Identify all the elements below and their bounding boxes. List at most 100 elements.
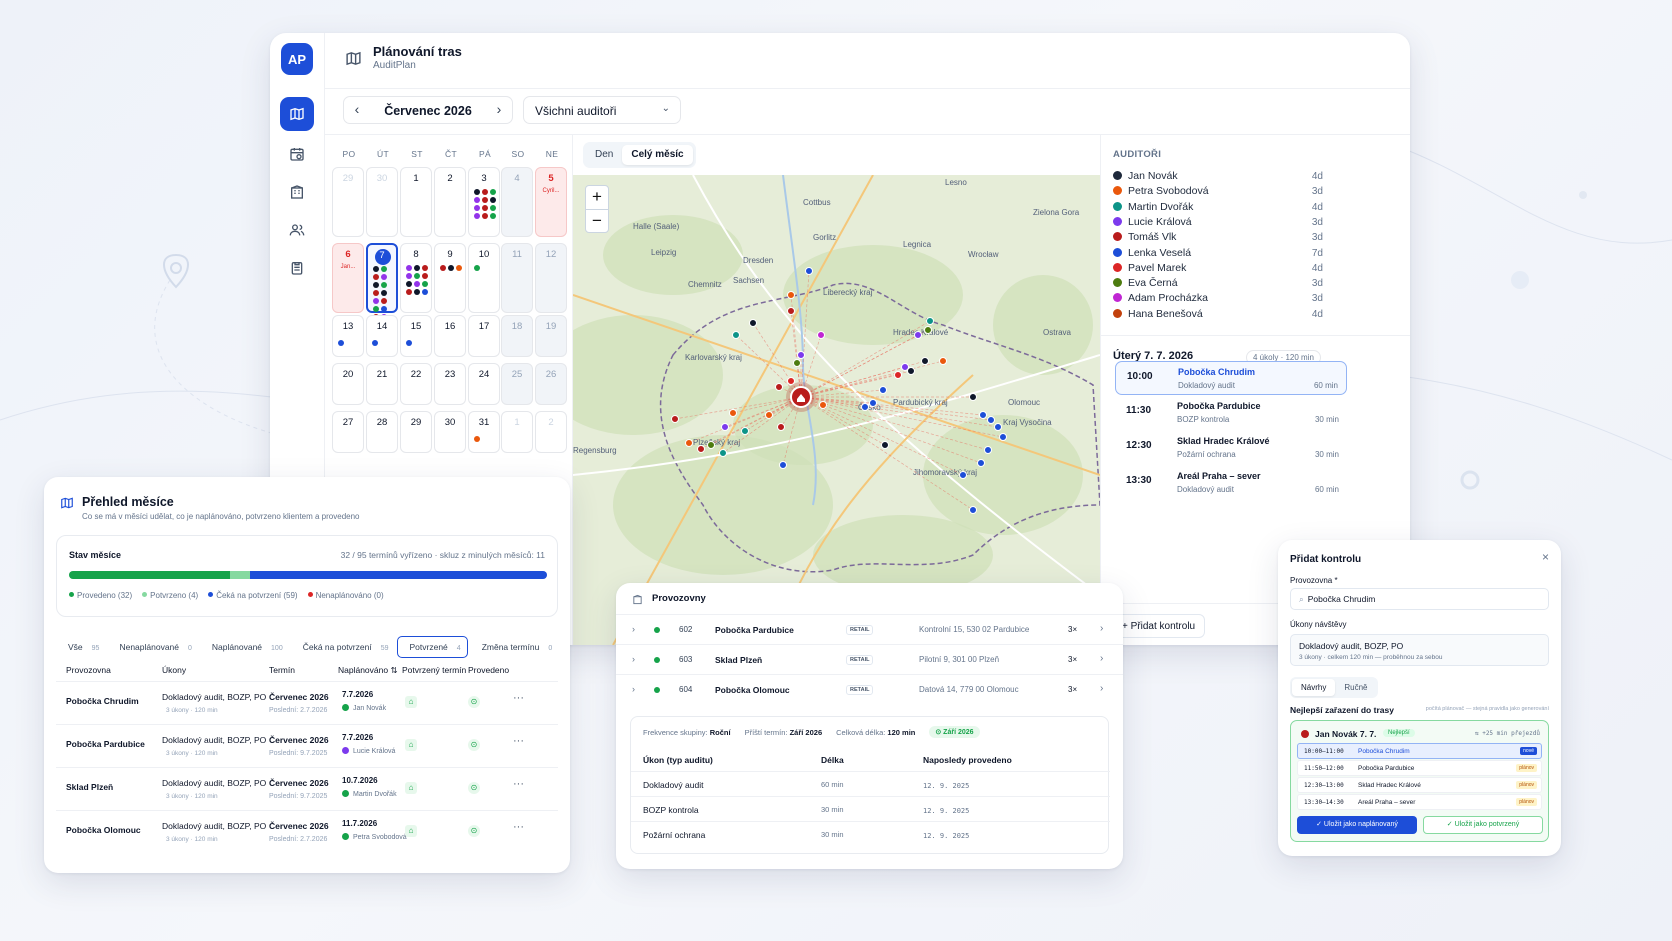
map-canvas[interactable]: Halle (Saale) Leipzig Cottbus Dresden Wrocła…: [573, 175, 1100, 645]
map-pin[interactable]: [921, 357, 929, 365]
auditor-item[interactable]: Petra Svobodová 3d: [1113, 185, 1323, 201]
save-confirmed-button[interactable]: ✓ Uložit jako potvrzený: [1423, 816, 1543, 834]
filter-tab[interactable]: Čeká na potvrzení 59: [291, 637, 395, 657]
map-pin[interactable]: [914, 331, 922, 339]
table-row[interactable]: Pobočka Pardubice Dokladový audit, BOZP, …: [56, 724, 558, 767]
calendar-day[interactable]: 10: [468, 243, 500, 313]
filter-tab[interactable]: Potvrzené 4: [396, 636, 468, 658]
place-input[interactable]: ⌕ Pobočka Chrudim: [1290, 588, 1549, 610]
filter-tab[interactable]: Vše 95: [56, 637, 105, 657]
calendar-day[interactable]: 16: [434, 315, 466, 357]
calendar-day[interactable]: 26: [535, 363, 567, 405]
route-stop[interactable]: 12:30–13:00 Sklad Hradec Králové plánov: [1297, 777, 1542, 793]
zoom-in-button[interactable]: +: [586, 186, 608, 210]
filter-tab[interactable]: Nenaplánované 0: [107, 637, 197, 657]
day-plan-slot[interactable]: 13:30 Areál Praha – sever Dokladový audit 6…: [1115, 466, 1347, 500]
map-pin[interactable]: [959, 471, 967, 479]
map-pin[interactable]: [979, 411, 987, 419]
establishment-row[interactable]: › 603 Sklad Plzeň RETAIL Pilotní 9, 301 00 P…: [616, 644, 1123, 675]
map-pin[interactable]: [805, 267, 813, 275]
tab-manual[interactable]: Ručně: [1335, 679, 1376, 696]
lock-icon[interactable]: ⌂: [405, 782, 417, 794]
check-circle-icon[interactable]: ⊙: [468, 696, 480, 708]
calendar-day[interactable]: 23: [434, 363, 466, 405]
filter-tab[interactable]: Změna termínu 0: [470, 637, 559, 657]
check-circle-icon[interactable]: ⊙: [468, 825, 480, 837]
route-stop[interactable]: 11:50–12:00 Pobočka Pardubice plánov: [1297, 760, 1542, 776]
calendar-day[interactable]: 1: [501, 411, 533, 453]
calendar-day[interactable]: 7: [366, 243, 398, 328]
map-pin[interactable]: [879, 386, 887, 394]
calendar-day[interactable]: 28: [366, 411, 398, 453]
calendar-day[interactable]: 30: [366, 167, 398, 237]
map-pin[interactable]: [987, 416, 995, 424]
map-pin[interactable]: [881, 441, 889, 449]
map-pin[interactable]: [732, 331, 740, 339]
calendar-day[interactable]: 9: [434, 243, 466, 313]
calendar-day[interactable]: 11: [501, 243, 533, 313]
calendar-day[interactable]: 20: [332, 363, 364, 405]
map-pin[interactable]: [924, 326, 932, 334]
tab-day[interactable]: Den: [586, 145, 622, 165]
tab-whole-month[interactable]: Celý měsíc: [622, 145, 693, 165]
calendar-day[interactable]: 31: [468, 411, 500, 453]
calendar-day[interactable]: 12: [535, 243, 567, 313]
auditor-item[interactable]: Lucie Králová 3d: [1113, 216, 1323, 232]
map-pin[interactable]: [869, 399, 877, 407]
map-pin[interactable]: [721, 423, 729, 431]
calendar-day[interactable]: 8: [400, 243, 432, 313]
expand-chevron-icon[interactable]: ›: [632, 684, 635, 694]
map-pin[interactable]: [779, 461, 787, 469]
map-pin[interactable]: [719, 449, 727, 457]
map-pin[interactable]: [741, 427, 749, 435]
table-row[interactable]: Pobočka Olomouc Dokladový audit, BOZP, PO…: [56, 810, 558, 853]
auditor-item[interactable]: Lenka Veselá 7d: [1113, 247, 1323, 263]
route-map[interactable]: Halle (Saale) Leipzig Cottbus Dresden Wrocła…: [573, 175, 1100, 645]
day-plan-slot[interactable]: 12:30 Sklad Hradec Králové Požární ochrana…: [1115, 431, 1347, 465]
map-pin[interactable]: [787, 307, 795, 315]
calendar-day[interactable]: 17: [468, 315, 500, 357]
nav-clipboard-button[interactable]: [280, 251, 314, 285]
map-pin[interactable]: [765, 411, 773, 419]
map-pin[interactable]: [777, 423, 785, 431]
auditor-item[interactable]: Hana Benešová 4d: [1113, 308, 1323, 324]
map-pin[interactable]: [907, 367, 915, 375]
map-pin[interactable]: [894, 371, 902, 379]
nav-building-button[interactable]: [280, 175, 314, 209]
map-pin[interactable]: [797, 351, 805, 359]
calendar-day[interactable]: 18: [501, 315, 533, 357]
nav-map-button[interactable]: [280, 97, 314, 131]
auditor-item[interactable]: Adam Procházka 3d: [1113, 292, 1323, 308]
calendar-day[interactable]: 3: [468, 167, 500, 237]
calendar-day[interactable]: 19: [535, 315, 567, 357]
calendar-day[interactable]: 14: [366, 315, 398, 357]
calendar-day[interactable]: 21: [366, 363, 398, 405]
map-pin[interactable]: [707, 441, 715, 449]
auditor-item[interactable]: Tomáš Vlk 3d: [1113, 231, 1323, 247]
next-month-button[interactable]: ›: [490, 101, 508, 117]
map-pin[interactable]: [977, 459, 985, 467]
calendar-day[interactable]: 29: [332, 167, 364, 237]
expand-chevron-icon[interactable]: ›: [632, 654, 635, 664]
close-icon[interactable]: ×: [1542, 550, 1549, 564]
map-pin[interactable]: [969, 393, 977, 401]
chevron-right-icon[interactable]: ›: [1100, 653, 1103, 664]
map-pin[interactable]: [994, 423, 1002, 431]
map-pin[interactable]: [685, 439, 693, 447]
table-row[interactable]: Sklad Plzeň Dokladový audit, BOZP, PO 3 úk…: [56, 767, 558, 810]
map-pin[interactable]: [984, 446, 992, 454]
expand-chevron-icon[interactable]: ›: [632, 624, 635, 634]
day-plan-slot[interactable]: 10:00 Pobočka Chrudim Dokladový audit 60 mi…: [1115, 361, 1347, 395]
map-pin[interactable]: [775, 383, 783, 391]
calendar-day[interactable]: 1: [400, 167, 432, 237]
filter-tab[interactable]: Naplánované 100: [200, 637, 289, 657]
map-pin[interactable]: [999, 433, 1007, 441]
lock-icon[interactable]: ⌂: [405, 696, 417, 708]
route-suggestion[interactable]: Jan Novák 7. 7. Nejlepší ⇆ +25 min přeje…: [1290, 720, 1549, 842]
auditor-item[interactable]: Pavel Marek 4d: [1113, 262, 1323, 278]
route-stop[interactable]: 13:30–14:30 Areál Praha – sever plánov: [1297, 794, 1542, 810]
chevron-right-icon[interactable]: ›: [1100, 683, 1103, 694]
auditor-filter-select[interactable]: Všichni auditoři ⌄: [523, 96, 681, 124]
calendar-day[interactable]: 25: [501, 363, 533, 405]
more-icon[interactable]: ···: [513, 821, 524, 833]
